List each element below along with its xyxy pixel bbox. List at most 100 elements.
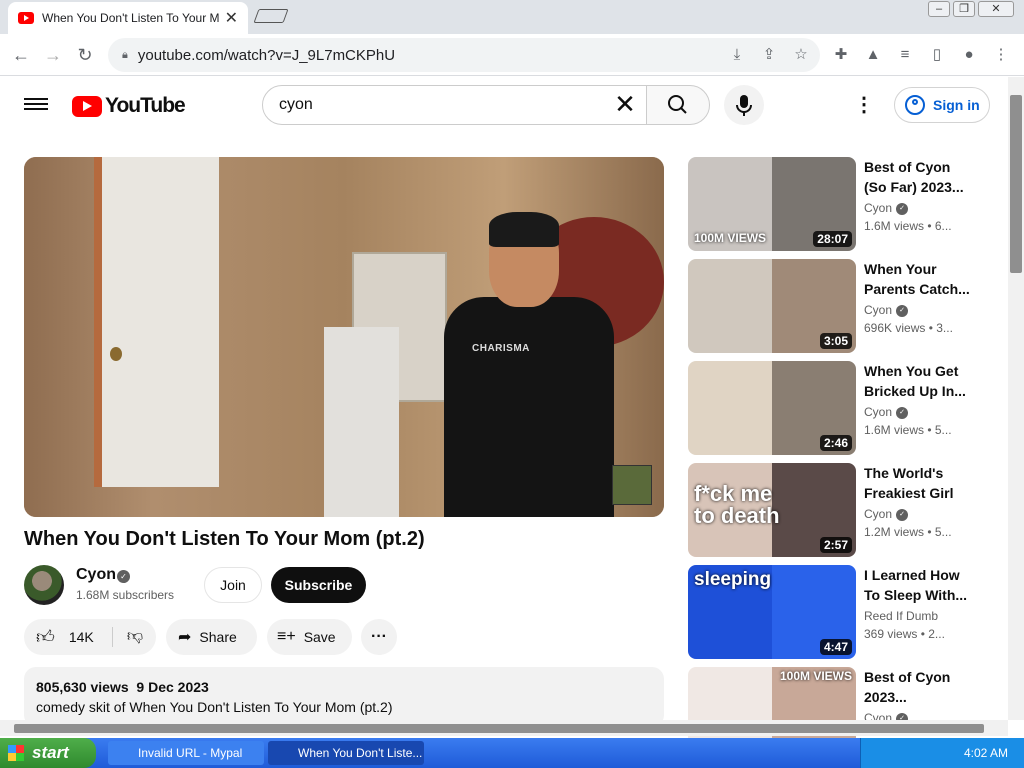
install-icon[interactable]: ⤓ — [722, 38, 752, 72]
youtube-logo[interactable]: YouTube — [72, 94, 186, 118]
extensions-icon[interactable]: ✚ — [826, 38, 856, 72]
address-bar[interactable]: 🔒︎ youtube.com/watch?v=J_9L7mCKPhU — [108, 38, 820, 72]
save-label: Save — [303, 629, 336, 645]
like-dislike-group: 👍︎ 14K 👎︎ — [24, 619, 156, 655]
restore-icon[interactable]: ❐ — [953, 1, 975, 17]
join-button[interactable]: Join — [204, 567, 262, 603]
description-text: comedy skit of When You Don't Listen To … — [36, 699, 393, 715]
close-icon[interactable]: ✕ — [978, 1, 1014, 17]
bookmark-star-icon[interactable]: ☆ — [786, 38, 816, 72]
tray-clock: 4:02 AM — [963, 746, 1008, 760]
tab-close-icon[interactable]: ✕ — [225, 8, 238, 28]
forward-icon[interactable]: → — [40, 42, 66, 68]
youtube-play-icon — [72, 95, 102, 117]
verified-check-icon: ✓ — [896, 406, 909, 419]
settings-more-icon[interactable]: ⋮ — [850, 91, 878, 119]
related-channel[interactable]: Reed If Dumb — [864, 609, 938, 623]
related-title[interactable]: When Your Parents Catch... — [864, 259, 974, 299]
related-thumbnail[interactable]: sleeping 4:47 — [688, 565, 856, 659]
thumbs-down-icon: 👎︎ — [126, 628, 144, 645]
related-thumbnail[interactable]: 2:46 — [688, 361, 856, 455]
verified-check-icon: ✓ — [896, 508, 909, 521]
related-meta: 369 views • 2... — [864, 627, 945, 641]
youtube-favicon-icon — [18, 12, 34, 24]
related-channel[interactable]: Cyon ✓ — [864, 405, 909, 419]
related-video-item[interactable]: 3:05 When Your Parents Catch... Cyon ✓ 696K … — [688, 259, 988, 353]
related-thumbnail[interactable]: 100M VIEWS 28:07 — [688, 157, 856, 251]
search-input[interactable]: cyon — [262, 85, 647, 125]
subscribe-button[interactable]: Subscribe — [271, 567, 366, 603]
sign-in-button[interactable]: Sign in — [894, 87, 990, 123]
related-title[interactable]: When You Get Bricked Up In... — [864, 361, 974, 401]
dislike-button[interactable]: 👎︎ — [114, 619, 156, 655]
back-icon[interactable]: ← — [8, 42, 34, 68]
side-panel-icon[interactable]: ▯ — [922, 38, 952, 72]
lock-icon: 🔒︎ — [122, 48, 128, 61]
channel-watermark[interactable] — [612, 465, 652, 505]
video-player[interactable]: CHARISMA — [24, 157, 664, 517]
more-actions-icon[interactable]: ··· — [361, 619, 397, 655]
taskbar-item-youtube[interactable]: When You Don't Liste... — [268, 741, 424, 765]
related-video-item[interactable]: 100M VIEWS 28:07 Best of Cyon (So Far) 202… — [688, 157, 988, 251]
save-button[interactable]: ≡+ Save — [267, 619, 352, 655]
channel-avatar[interactable] — [24, 565, 64, 605]
start-button[interactable]: start — [0, 738, 96, 768]
windows-flag-icon — [8, 745, 24, 761]
video-duration: 2:46 — [819, 435, 852, 451]
vertical-scroll-thumb[interactable] — [1010, 95, 1022, 273]
youtube-header: YouTube cyon ✕ ⋮ Sign in — [0, 77, 1008, 133]
related-thumbnail[interactable]: 3:05 — [688, 259, 856, 353]
search-button[interactable] — [646, 85, 710, 125]
video-duration: 28:07 — [813, 231, 852, 247]
playlist-add-icon: ≡+ — [277, 628, 296, 645]
lab-flask-icon[interactable]: ▲ — [858, 38, 888, 72]
video-duration: 2:57 — [819, 537, 852, 553]
profile-icon[interactable]: ● — [954, 38, 984, 72]
related-video-item[interactable]: 2:46 When You Get Bricked Up In... Cyon ✓ 1.… — [688, 361, 988, 455]
start-label: start — [32, 743, 69, 762]
voice-search-button[interactable] — [724, 85, 764, 125]
shirt-text: CHARISMA — [472, 343, 530, 354]
share-arrow-icon: ➦ — [178, 629, 192, 646]
like-count: 14K — [68, 629, 94, 645]
related-video-item[interactable]: f*ck me to death 2:57 The World's Freakies… — [688, 463, 988, 557]
hamburger-menu-icon[interactable] — [24, 95, 48, 115]
browser-tab-active[interactable]: When You Don't Listen To Your Mom ✕ — [8, 2, 248, 34]
related-thumbnail[interactable]: f*ck me to death 2:57 — [688, 463, 856, 557]
share-label: Share — [199, 629, 237, 645]
search-icon — [668, 95, 687, 114]
taskbar-item-mypal[interactable]: Invalid URL - Mypal — [108, 741, 264, 765]
new-tab-button[interactable] — [253, 9, 289, 23]
related-title[interactable]: The World's Freakiest Girl — [864, 463, 974, 503]
microphone-icon — [736, 95, 752, 116]
horizontal-scroll-thumb[interactable] — [14, 724, 984, 733]
like-button[interactable]: 👍︎ 14K — [24, 619, 109, 655]
video-duration: 3:05 — [819, 333, 852, 349]
share-page-icon[interactable]: ⇪ — [754, 38, 784, 72]
subscriber-count: 1.68M subscribers — [76, 588, 175, 602]
channel-name[interactable]: Cyon — [76, 566, 116, 584]
related-channel[interactable]: Cyon ✓ — [864, 201, 909, 215]
tab-title: When You Don't Listen To Your Mom — [42, 11, 219, 25]
browser-toolbar: ← → ↻ 🔒︎ youtube.com/watch?v=J_9L7mCKPhU… — [0, 34, 1024, 76]
verified-check-icon: ✓ — [117, 570, 130, 583]
thumbs-up-icon: 👍︎ — [36, 627, 55, 647]
account-circle-icon — [905, 95, 925, 115]
description-box[interactable]: 805,630 views 9 Dec 2023 comedy skit of … — [24, 667, 664, 727]
views-and-date: 805,630 views 9 Dec 2023 — [36, 679, 209, 695]
related-title[interactable]: Best of Cyon 2023... — [864, 667, 974, 707]
minimize-icon[interactable]: – — [928, 1, 950, 17]
related-channel[interactable]: Cyon ✓ — [864, 303, 909, 317]
related-title[interactable]: Best of Cyon (So Far) 2023... — [864, 157, 974, 197]
related-title[interactable]: I Learned How To Sleep With... — [864, 565, 974, 605]
media-queue-icon[interactable]: ≡ — [890, 38, 920, 72]
reload-icon[interactable]: ↻ — [72, 42, 98, 68]
browser-menu-icon[interactable]: ⋮ — [986, 38, 1016, 72]
youtube-wordmark: YouTube — [105, 94, 186, 117]
verified-check-icon: ✓ — [896, 304, 909, 317]
clear-search-icon[interactable]: ✕ — [612, 91, 638, 119]
related-channel[interactable]: Cyon ✓ — [864, 507, 909, 521]
related-video-item[interactable]: sleeping 4:47 I Learned How To Sleep With.… — [688, 565, 988, 659]
verified-check-icon: ✓ — [896, 202, 909, 215]
share-button[interactable]: ➦ Share — [166, 619, 257, 655]
